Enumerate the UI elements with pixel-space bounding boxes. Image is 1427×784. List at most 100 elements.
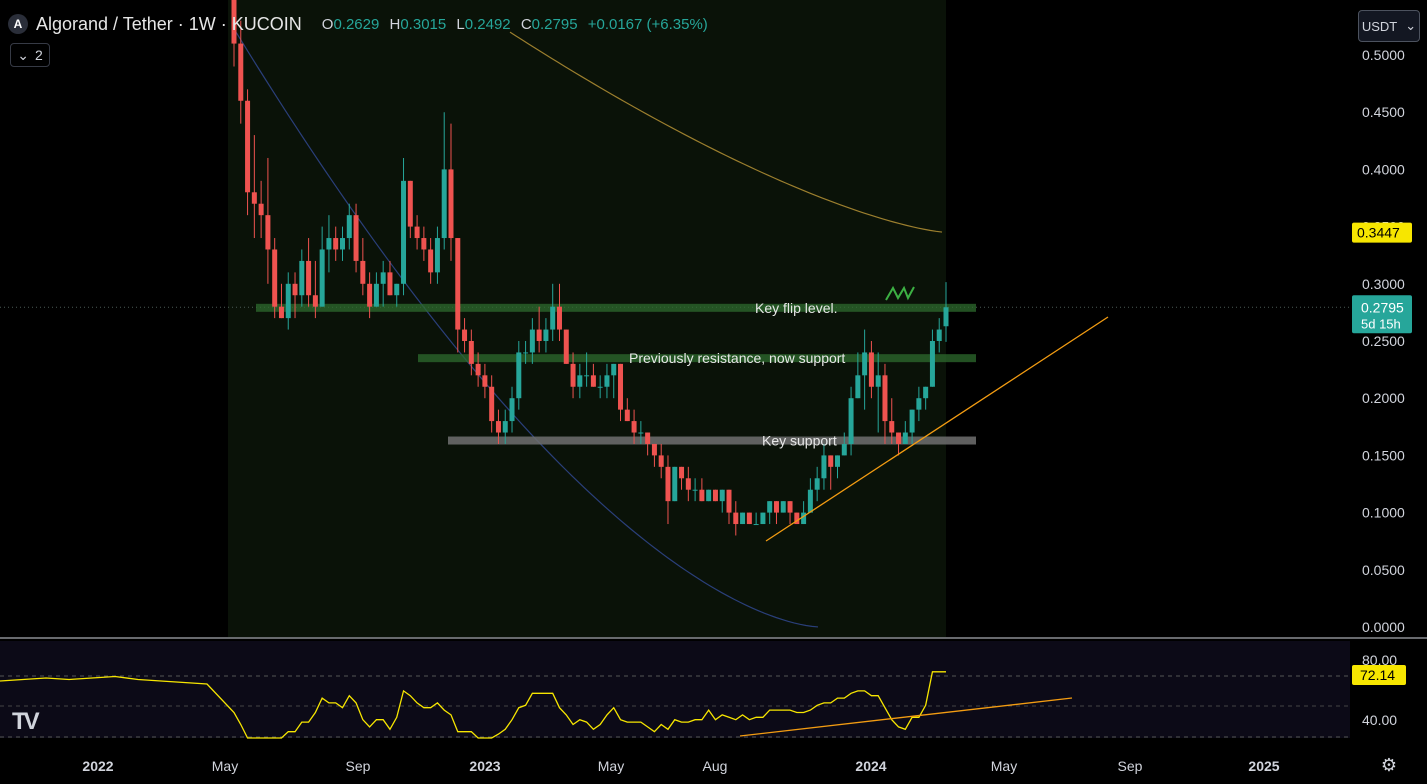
time-axis-tick: Sep xyxy=(346,758,371,774)
candle-countdown-label: 5d 15h xyxy=(1361,316,1401,331)
time-axis-tick: May xyxy=(991,758,1017,774)
candle-body xyxy=(536,329,542,341)
price-axis-tick: 0.1000 xyxy=(1362,505,1405,521)
candle-body xyxy=(577,375,583,387)
price-axis-tick: 0.2000 xyxy=(1362,390,1405,406)
candle-body xyxy=(672,466,678,502)
candle-body xyxy=(618,363,624,410)
price-axis-tick: 0.1500 xyxy=(1362,447,1405,463)
chart-area[interactable]: 0.50000.45000.40000.35000.30000.25000.20… xyxy=(0,0,1427,784)
close-value: 0.2795 xyxy=(531,15,578,33)
candle-body xyxy=(760,512,766,525)
candle-body xyxy=(346,215,352,239)
candle-body xyxy=(692,489,698,491)
candle-body xyxy=(360,260,366,284)
chevron-down-icon: ⌄ xyxy=(1405,18,1417,33)
time-axis-tick: May xyxy=(598,758,624,774)
candle-body xyxy=(306,260,312,296)
currency-selector[interactable]: USDT ⌄ xyxy=(1358,10,1420,42)
price-axis-tick: 0.3000 xyxy=(1362,276,1405,292)
candle-body xyxy=(434,238,440,273)
candle-body xyxy=(448,169,454,239)
low-key: L xyxy=(456,15,465,33)
candle-body xyxy=(285,283,291,319)
candle-body xyxy=(699,489,705,502)
candle-body xyxy=(706,489,712,502)
candle-body xyxy=(719,489,725,502)
candle-body xyxy=(238,43,244,101)
time-axis-tick: Sep xyxy=(1118,758,1143,774)
candle-body xyxy=(299,260,305,296)
candle-body xyxy=(523,352,529,354)
candle-body xyxy=(679,466,685,479)
candle-body xyxy=(780,501,786,513)
candle-body xyxy=(624,409,630,422)
candle-body xyxy=(265,215,271,250)
candle-body xyxy=(584,375,590,377)
currency-label: USDT xyxy=(1361,18,1398,34)
indicator-count: 2 xyxy=(34,47,43,63)
current-price-label: 0.2795 xyxy=(1361,299,1404,315)
candle-body xyxy=(685,478,691,490)
candle-body xyxy=(401,180,407,284)
candle-body xyxy=(733,512,739,525)
candle-body xyxy=(428,249,434,273)
candle-body xyxy=(312,295,318,307)
time-axis-tick: May xyxy=(212,758,238,774)
candle-body xyxy=(475,363,481,376)
candle-body xyxy=(807,489,813,513)
price-axis-tick: 0.4000 xyxy=(1362,161,1405,177)
candle-body xyxy=(441,169,447,239)
candle-body xyxy=(278,306,284,319)
symbol-title[interactable]: Algorand / Tether · 1W · KUCOIN xyxy=(36,14,302,35)
candle-body xyxy=(773,501,779,513)
candle-body xyxy=(740,512,746,525)
candle-body xyxy=(563,329,569,364)
rsi-value-label: 72.14 xyxy=(1360,667,1395,683)
candle-body xyxy=(712,489,718,502)
candle-body xyxy=(380,272,386,284)
indicators-toggle-button[interactable]: ⌄ 2 xyxy=(10,43,50,67)
candle-body xyxy=(767,501,773,513)
price-axis-tick: 0.4500 xyxy=(1362,104,1405,120)
price-axis-tick: 0.2500 xyxy=(1362,333,1405,349)
candle-body xyxy=(597,386,603,388)
ohlc-readout: O0.2629 H0.3015 L0.2492 C0.2795 +0.0167 … xyxy=(316,16,708,33)
annotation-label: Key flip level. xyxy=(755,300,837,316)
price-axis-tick: 0.0500 xyxy=(1362,562,1405,578)
candle-body xyxy=(604,375,610,387)
candle-body xyxy=(916,398,922,410)
candle-body xyxy=(387,272,393,296)
change-value: +0.0167 (+6.35%) xyxy=(587,15,708,33)
annotation-label: Previously resistance, now support xyxy=(629,350,845,366)
time-axis-tick: 2024 xyxy=(855,758,886,774)
candle-body xyxy=(909,409,915,433)
time-axis-tick: Aug xyxy=(703,758,728,774)
settings-gear-icon[interactable]: ⚙ xyxy=(1378,754,1400,776)
high-value: 0.3015 xyxy=(400,15,447,33)
candle-body xyxy=(326,238,332,250)
candle-body xyxy=(929,341,935,387)
candle-body xyxy=(590,375,596,387)
open-value: 0.2629 xyxy=(333,15,380,33)
candle-body xyxy=(651,443,657,456)
price-zone-band xyxy=(256,303,976,312)
candle-body xyxy=(855,375,861,399)
high-key: H xyxy=(389,15,401,33)
candle-body xyxy=(902,432,908,444)
open-key: O xyxy=(321,15,334,33)
candle-body xyxy=(814,478,820,490)
candle-body xyxy=(516,352,522,399)
tradingview-logo-icon[interactable]: TV xyxy=(12,708,40,736)
candle-body xyxy=(550,306,556,330)
candle-body xyxy=(801,512,807,525)
candle-body xyxy=(570,363,576,387)
candle-body xyxy=(753,524,759,526)
candle-body xyxy=(665,466,671,502)
candle-body xyxy=(848,398,854,444)
candle-body xyxy=(896,432,902,444)
rsi-axis-tick: 40.00 xyxy=(1362,712,1397,728)
candle-body xyxy=(394,283,400,296)
candle-body xyxy=(373,283,379,307)
candle-body xyxy=(787,501,793,513)
